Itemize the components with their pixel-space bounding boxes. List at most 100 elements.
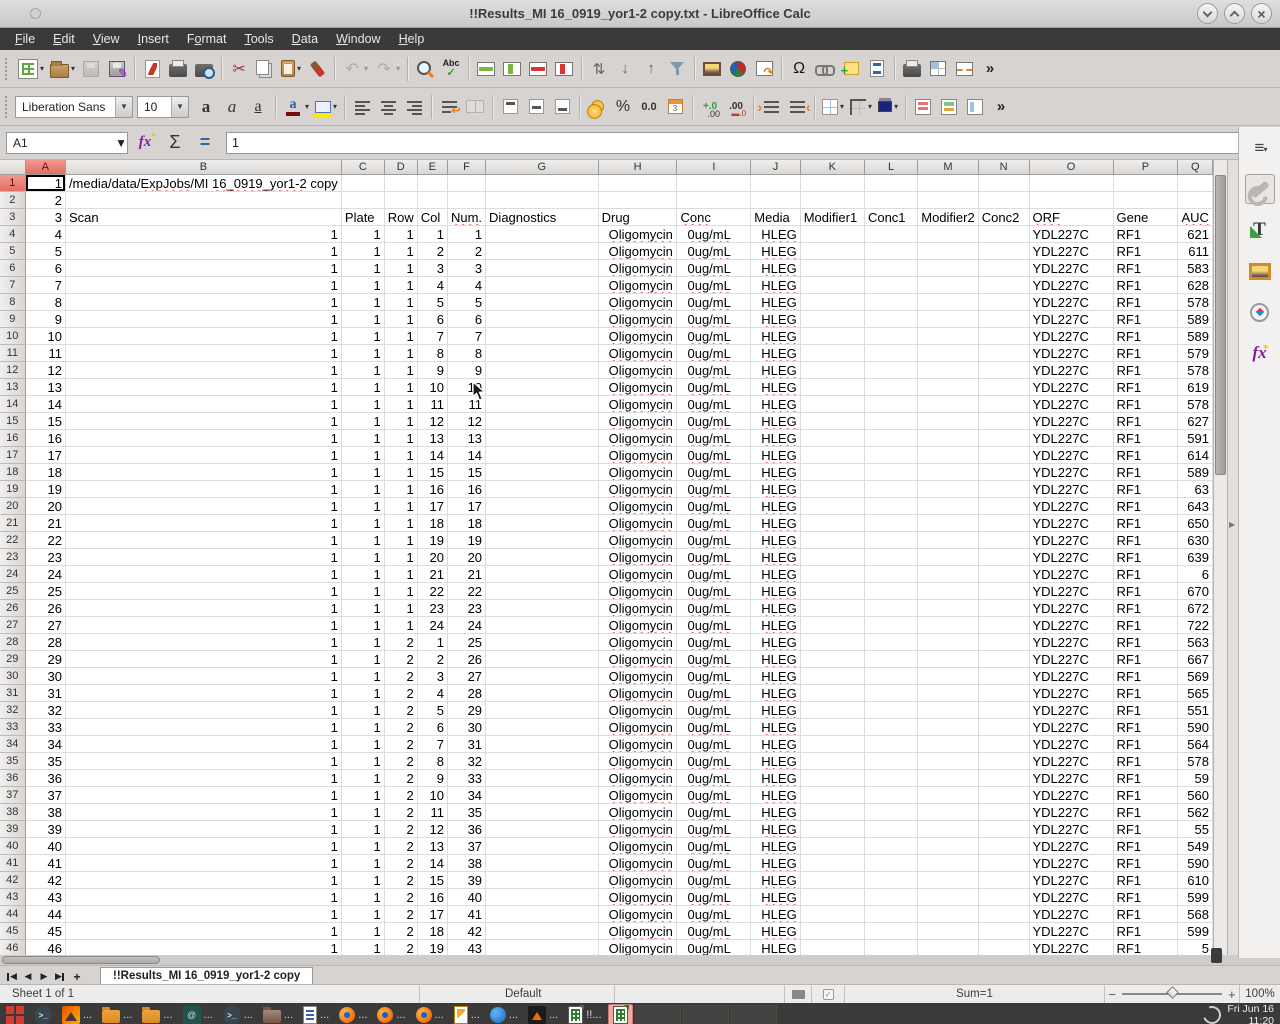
cell-D17[interactable]: 1 [385,447,418,464]
border-style-dropdown-icon[interactable]: ▾ [868,102,872,111]
cell-K15[interactable] [801,413,865,430]
cell-J32[interactable]: HLEG [751,702,800,719]
next-sheet-button[interactable]: ▶ [36,969,52,984]
cell-J21[interactable]: HLEG [751,515,800,532]
cell-E32[interactable]: 5 [418,702,448,719]
cell-E46[interactable]: 19 [418,940,448,955]
cell-H27[interactable]: Oligomycin [599,617,678,634]
cell-H14[interactable]: Oligomycin [599,396,678,413]
taskbar-item-app-blue[interactable]: ... [486,1004,522,1024]
cf-color-scale-button[interactable] [910,93,936,121]
cell-P24[interactable]: RF1 [1114,566,1179,583]
cell-B9[interactable]: 1 [66,311,342,328]
cell-O1[interactable] [1030,175,1114,192]
cell-I36[interactable]: 0ug/mL [677,770,751,787]
cell-B2[interactable] [66,192,342,209]
toolbar-overflow-button[interactable] [988,93,1014,121]
cell-I21[interactable]: 0ug/mL [677,515,751,532]
cell-C36[interactable]: 1 [342,770,385,787]
cell-C9[interactable]: 1 [342,311,385,328]
cell-J38[interactable]: HLEG [751,804,800,821]
cell-L21[interactable] [865,515,918,532]
cell-E16[interactable]: 13 [418,430,448,447]
cell-H39[interactable]: Oligomycin [599,821,678,838]
row-header-37[interactable]: 37 [0,787,26,804]
cell-O12[interactable]: YDL227C [1030,362,1114,379]
cell-J6[interactable]: HLEG [751,260,800,277]
cell-O42[interactable]: YDL227C [1030,872,1114,889]
cell-K18[interactable] [801,464,865,481]
cell-L30[interactable] [865,668,918,685]
cell-K32[interactable] [801,702,865,719]
delete-row-button[interactable] [525,55,551,83]
cell-P32[interactable]: RF1 [1114,702,1179,719]
cell-I1[interactable] [677,175,751,192]
cell-F35[interactable]: 32 [448,753,486,770]
cell-G46[interactable] [486,940,599,955]
last-sheet-button[interactable]: ▶ [52,969,68,984]
cell-P1[interactable] [1114,175,1179,192]
cell-P4[interactable]: RF1 [1114,226,1179,243]
cell-O31[interactable]: YDL227C [1030,685,1114,702]
date-button[interactable] [662,93,688,121]
grid-viewport[interactable]: ABCDEFGHIJKLMNOPQ11/media/data/ExpJobs/M… [0,160,1213,955]
sort-button[interactable] [586,55,612,83]
cell-D27[interactable]: 1 [385,617,418,634]
cell-C15[interactable]: 1 [342,413,385,430]
borders-button[interactable]: ▾ [819,93,847,121]
row-header-15[interactable]: 15 [0,413,26,430]
cell-E29[interactable]: 2 [418,651,448,668]
cell-M19[interactable] [918,481,978,498]
cell-H33[interactable]: Oligomycin [599,719,678,736]
cell-C44[interactable]: 1 [342,906,385,923]
cell-M32[interactable] [918,702,978,719]
cell-J42[interactable]: HLEG [751,872,800,889]
cell-N4[interactable] [979,226,1030,243]
column-header-Q[interactable]: Q [1178,160,1213,175]
cell-M11[interactable] [918,345,978,362]
cell-A26[interactable]: 26 [26,600,66,617]
cell-F43[interactable]: 40 [448,889,486,906]
cell-K44[interactable] [801,906,865,923]
cell-Q10[interactable]: 589 [1178,328,1213,345]
cell-Q38[interactable]: 562 [1178,804,1213,821]
cell-G36[interactable] [486,770,599,787]
border-color-dropdown-icon[interactable]: ▾ [894,102,898,111]
maximize-button[interactable] [1224,3,1245,24]
cell-L27[interactable] [865,617,918,634]
cell-L1[interactable] [865,175,918,192]
cell-M37[interactable] [918,787,978,804]
toolbar-overflow-button[interactable] [977,55,1003,83]
cell-H17[interactable]: Oligomycin [599,447,678,464]
sidebar-tab-sidebar-settings[interactable] [1245,133,1275,163]
cell-K27[interactable] [801,617,865,634]
cell-G27[interactable] [486,617,599,634]
cell-J11[interactable]: HLEG [751,345,800,362]
cell-E31[interactable]: 4 [418,685,448,702]
cell-L2[interactable] [865,192,918,209]
cell-H4[interactable]: Oligomycin [599,226,678,243]
cell-Q19[interactable]: 63 [1178,481,1213,498]
cell-P42[interactable]: RF1 [1114,872,1179,889]
cell-G19[interactable] [486,481,599,498]
cell-A2[interactable]: 2 [26,192,66,209]
cell-O23[interactable]: YDL227C [1030,549,1114,566]
cell-Q15[interactable]: 627 [1178,413,1213,430]
cell-B39[interactable]: 1 [66,821,342,838]
cell-Q11[interactable]: 579 [1178,345,1213,362]
cell-I2[interactable] [677,192,751,209]
cell-L42[interactable] [865,872,918,889]
equals-button[interactable] [192,131,218,155]
cell-C20[interactable]: 1 [342,498,385,515]
cell-Q42[interactable]: 610 [1178,872,1213,889]
row-header-4[interactable]: 4 [0,226,26,243]
cell-Q32[interactable]: 551 [1178,702,1213,719]
cell-E44[interactable]: 17 [418,906,448,923]
cell-H6[interactable]: Oligomycin [599,260,678,277]
cell-G35[interactable] [486,753,599,770]
cell-F18[interactable]: 15 [448,464,486,481]
cell-H21[interactable]: Oligomycin [599,515,678,532]
cell-N21[interactable] [979,515,1030,532]
clone-formatting-button[interactable] [304,55,330,83]
cell-F45[interactable]: 42 [448,923,486,940]
